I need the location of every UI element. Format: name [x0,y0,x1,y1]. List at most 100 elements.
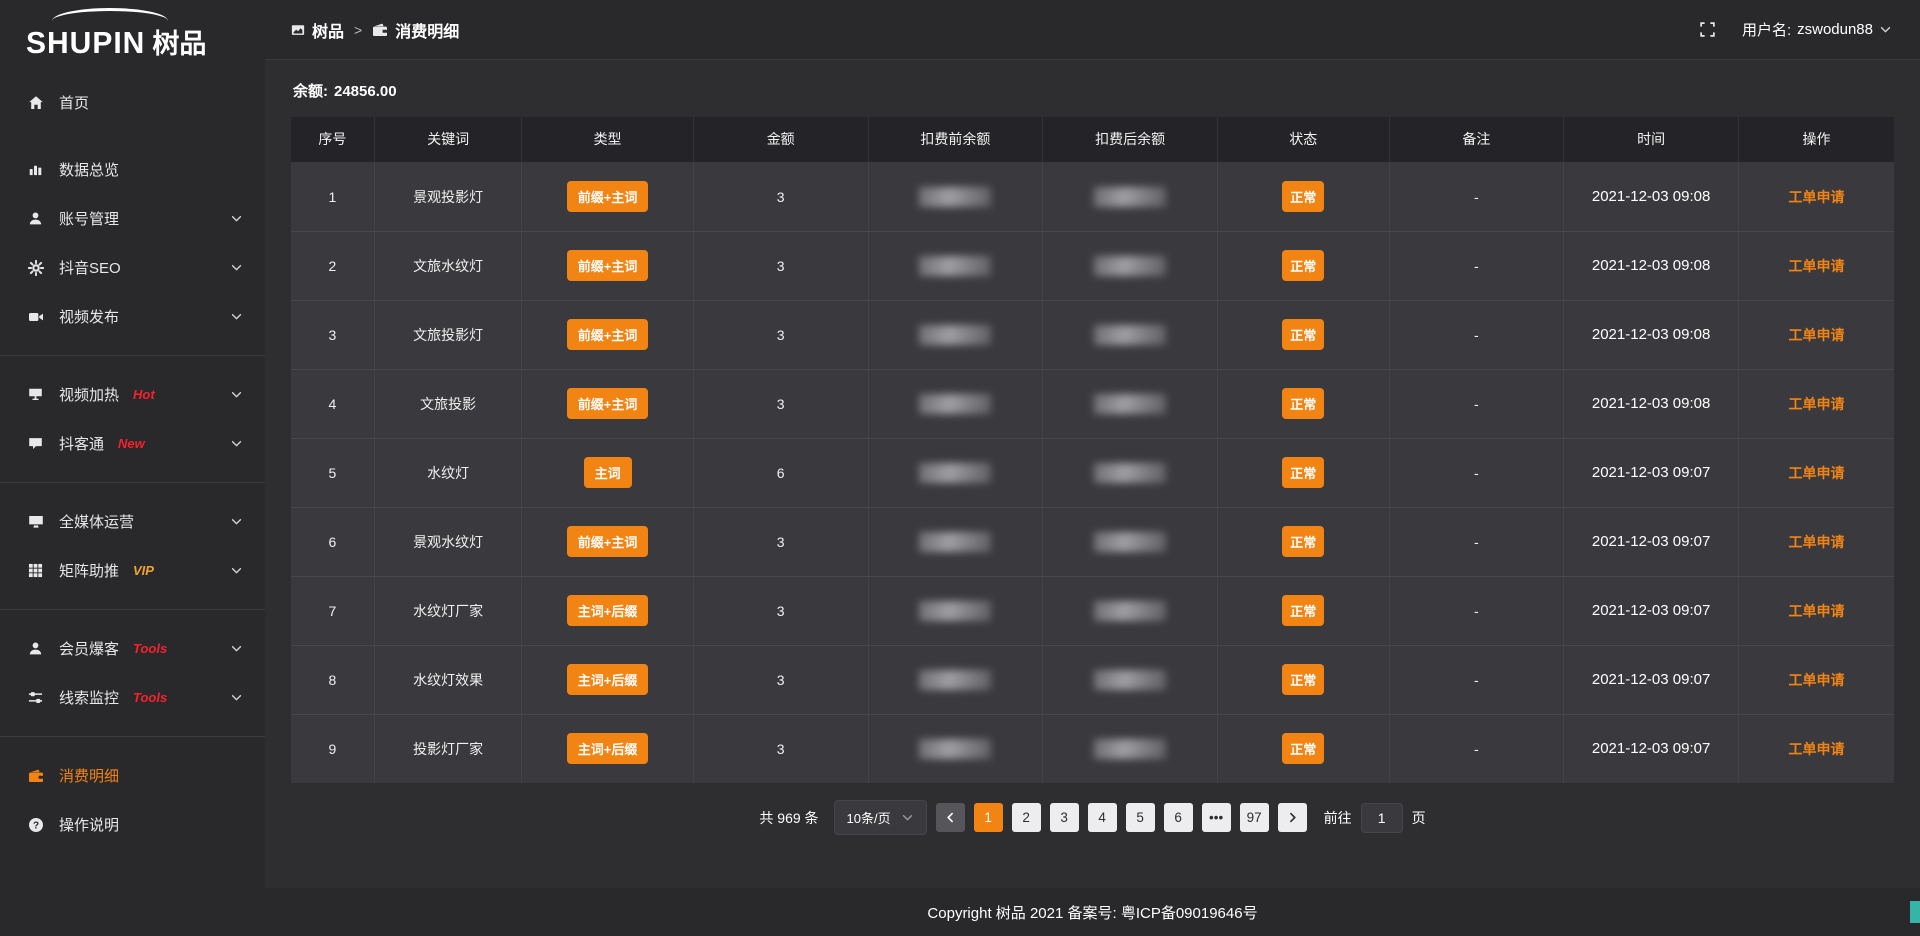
logo: SHUPIN 树品 [0,0,265,62]
sidebar-item-label: 账号管理 [59,208,119,229]
time-cell: 2021-12-03 09:08 [1564,300,1739,369]
sidebar-item-6[interactable]: 视频加热Hot [0,370,265,419]
page-ellipsis-button[interactable]: ••• [1202,803,1231,832]
page-button-1[interactable]: 1 [974,803,1003,832]
redacted-balance [919,739,991,759]
sidebar-item-badge: Hot [133,387,155,402]
status-badge: 正常 [1282,664,1324,695]
column-header: 金额 [693,117,868,162]
sidebar-item-badge: Tools [133,641,167,656]
logo-arc [52,8,168,21]
time-cell: 2021-12-03 09:07 [1564,645,1739,714]
status-badge: 正常 [1282,733,1324,764]
column-header: 序号 [291,117,374,162]
sidebar-item-label: 会员爆客 [59,638,119,659]
goto-suffix: 页 [1412,808,1426,828]
keyword-cell: 文旅水纹灯 [374,231,521,300]
post-balance-cell [1043,300,1218,369]
sidebar-item-badge: New [118,436,145,451]
sidebar-item-13[interactable]: 线索监控Tools [0,673,265,722]
keyword-cell: 水纹灯 [374,438,521,507]
sidebar-item-12[interactable]: 会员爆客 Tools [0,624,265,673]
chevron-down-icon [230,388,243,401]
index-cell: 6 [291,507,374,576]
type-cell: 前缀+主词 [522,162,694,231]
redacted-balance [1094,532,1166,552]
page-button-97[interactable]: 97 [1240,803,1269,832]
amount-cell: 3 [693,300,868,369]
user-menu[interactable]: 用户名: zswodun88 [1742,19,1892,40]
user-icon [27,641,44,656]
page-button-4[interactable]: 4 [1088,803,1117,832]
sidebar-item-3[interactable]: 抖音SEO [0,243,265,292]
sidebar-item-1[interactable]: 数据总览 [0,145,265,194]
status-badge: 正常 [1282,250,1324,281]
action-cell: 工单申请 [1738,300,1894,369]
page-size-select[interactable]: 10条/页 [834,800,927,835]
logo-text-en: SHUPIN [26,27,145,62]
ticket-request-link[interactable]: 工单申请 [1788,741,1844,757]
type-badge: 主词+后缀 [567,664,649,695]
goto-label: 前往 [1324,808,1352,828]
ticket-request-link[interactable]: 工单申请 [1788,465,1844,481]
remark-cell: - [1389,231,1564,300]
page-button-5[interactable]: 5 [1126,803,1155,832]
page-buttons: 123456 ••• 97 [974,803,1269,832]
balance-value: 24856.00 [334,83,397,100]
index-cell: 1 [291,162,374,231]
status-cell: 正常 [1217,507,1389,576]
goto-page-input[interactable] [1361,803,1403,833]
table-row: 9投影灯厂家主词+后缀3正常-2021-12-03 09:07工单申请 [291,714,1894,783]
chevron-down-icon [230,212,243,225]
sidebar-item-2[interactable]: 账号管理 [0,194,265,243]
ticket-request-link[interactable]: 工单申请 [1788,258,1844,274]
fullscreen-icon[interactable] [1699,21,1716,38]
remark-cell: - [1389,714,1564,783]
sidebar-item-10[interactable]: 矩阵助推VIP [0,546,265,595]
sidebar-item-0[interactable]: 首页 [0,78,265,127]
status-cell: 正常 [1217,576,1389,645]
ticket-request-link[interactable]: 工单申请 [1788,672,1844,688]
sidebar-item-16[interactable]: ?操作说明 [0,800,265,849]
time-cell: 2021-12-03 09:08 [1564,162,1739,231]
status-badge: 正常 [1282,181,1324,212]
prev-page-button[interactable] [936,803,965,832]
sidebar-item-9[interactable]: 全媒体运营 [0,497,265,546]
sidebar-item-label: 抖客通 [59,433,104,454]
ticket-request-link[interactable]: 工单申请 [1788,189,1844,205]
sidebar-item-4[interactable]: 视频发布 [0,292,265,341]
page-button-2[interactable]: 2 [1012,803,1041,832]
sidebar-item-7[interactable]: 抖客通 New [0,419,265,468]
column-header: 操作 [1738,117,1894,162]
ticket-request-link[interactable]: 工单申请 [1788,534,1844,550]
page-size-value: 10条/页 [847,808,891,827]
index-cell: 5 [291,438,374,507]
amount-cell: 3 [693,645,868,714]
sidebar-item-15[interactable]: 消费明细 [0,751,265,800]
breadcrumb-item-0[interactable]: 树品 [291,18,344,42]
balance: 余额:24856.00 [293,80,1892,101]
remark-cell: - [1389,507,1564,576]
pre-balance-cell [868,576,1043,645]
sidebar-item-label: 操作说明 [59,814,119,835]
chevron-down-icon [1879,23,1892,36]
status-cell: 正常 [1217,231,1389,300]
index-cell: 9 [291,714,374,783]
breadcrumb-item-1[interactable]: 消费明细 [372,18,459,42]
index-cell: 8 [291,645,374,714]
time-cell: 2021-12-03 09:07 [1564,507,1739,576]
ticket-request-link[interactable]: 工单申请 [1788,603,1844,619]
chat-widget[interactable] [1910,901,1920,923]
next-page-button[interactable] [1278,803,1307,832]
status-badge: 正常 [1282,595,1324,626]
page-button-3[interactable]: 3 [1050,803,1079,832]
table-row: 3文旅投影灯前缀+主词3正常-2021-12-03 09:08工单申请 [291,300,1894,369]
ticket-request-link[interactable]: 工单申请 [1788,396,1844,412]
sidebar-item-label: 视频发布 [59,306,119,327]
type-cell: 主词+后缀 [522,576,694,645]
page-button-6[interactable]: 6 [1164,803,1193,832]
pagination: 共 969 条 10条/页 123456•••97 前往 页 [291,800,1894,835]
ticket-request-link[interactable]: 工单申请 [1788,327,1844,343]
index-cell: 2 [291,231,374,300]
username-label: 用户名: [1742,19,1791,40]
